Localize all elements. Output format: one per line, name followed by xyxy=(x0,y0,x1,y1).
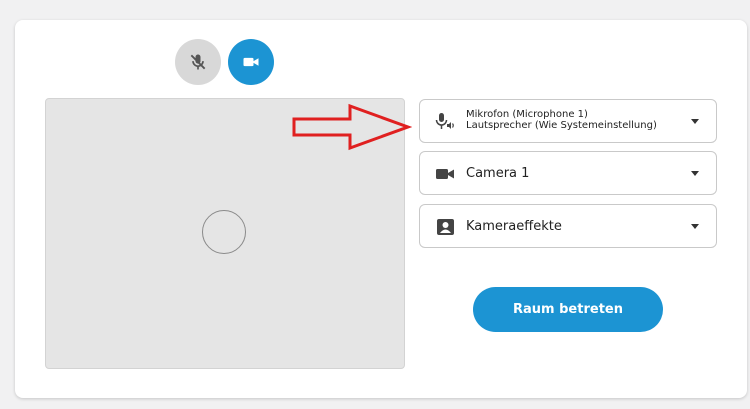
camera-label: Camera 1 xyxy=(466,166,530,181)
microphone-label: Mikrofon (Microphone 1) xyxy=(466,109,588,120)
portrait-icon xyxy=(437,219,454,235)
camera-device-select[interactable]: Camera 1 xyxy=(419,151,717,195)
toggle-camera-button[interactable] xyxy=(228,39,274,85)
camera-effects-select[interactable]: Kameraeffekte xyxy=(419,204,717,248)
video-camera-icon xyxy=(436,169,454,179)
microphone-speaker-icon xyxy=(435,113,454,129)
video-camera-icon xyxy=(243,57,259,67)
camera-effects-label: Kameraeffekte xyxy=(466,219,562,234)
chevron-down-icon xyxy=(691,224,699,229)
chevron-down-icon xyxy=(691,119,699,124)
mute-microphone-button[interactable] xyxy=(175,39,221,85)
audio-device-select[interactable]: Mikrofon (Microphone 1) Lautsprecher (Wi… xyxy=(419,99,717,143)
mic-off-icon xyxy=(190,54,206,70)
loading-spinner-icon xyxy=(202,210,246,254)
join-room-button[interactable]: Raum betreten xyxy=(473,287,663,332)
chevron-down-icon xyxy=(691,171,699,176)
red-arrow-icon xyxy=(292,103,412,151)
speaker-label: Lautsprecher (Wie Systemeinstellung) xyxy=(466,120,657,131)
